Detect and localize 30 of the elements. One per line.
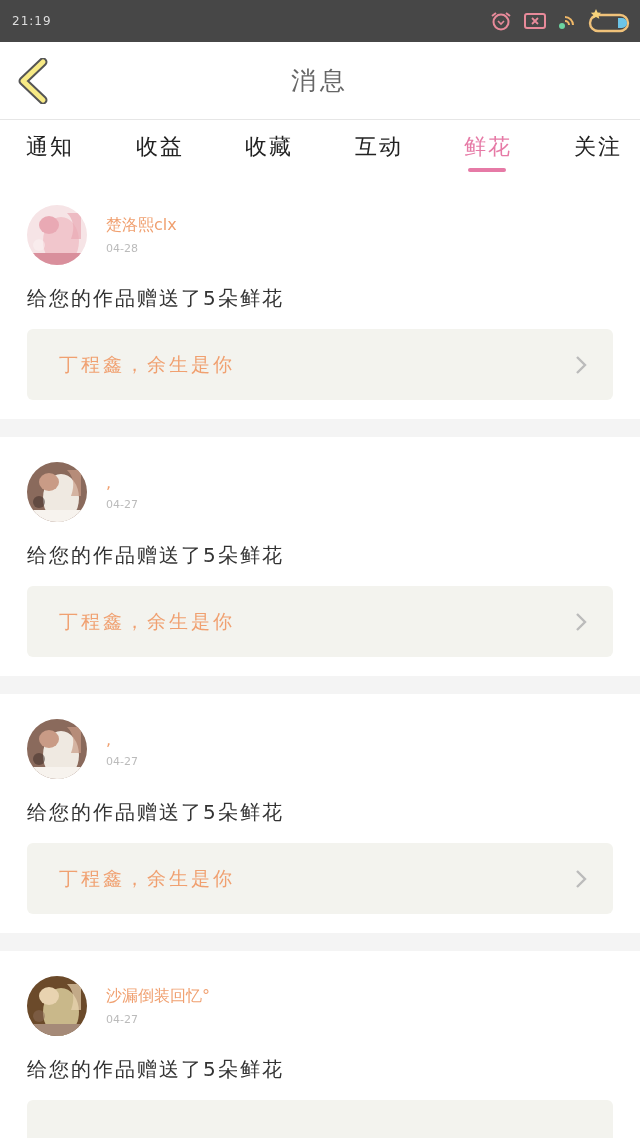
tab[interactable]: 鲜花: [464, 120, 513, 180]
tab[interactable]: 通知: [26, 120, 74, 180]
tab[interactable]: 收益: [135, 120, 184, 180]
message-date: 04-27: [106, 498, 138, 511]
work-link[interactable]: 丁程鑫，余生是你: [27, 586, 613, 657]
message-date: 04-28: [106, 242, 139, 255]
message-text: 给您的作品赠送了5朵鲜花: [27, 542, 285, 569]
sender-name[interactable]: 沙漏倒装回忆°: [106, 986, 210, 1007]
work-link[interactable]: 丁程鑫，余生是你: [27, 843, 613, 914]
message-text: 给您的作品赠送了5朵鲜花: [27, 1056, 285, 1083]
sender-name[interactable]: ,: [106, 730, 114, 749]
chevron-right-icon: [575, 354, 587, 375]
chevron-right-icon: [575, 868, 587, 889]
tab[interactable]: 收藏: [245, 120, 294, 180]
status-time: 21:19: [12, 14, 52, 28]
message-date: 04-27: [106, 755, 138, 768]
work-link[interactable]: 丁程鑫，余生是你: [27, 329, 613, 400]
tab[interactable]: 互动: [354, 120, 403, 180]
message-date: 04-27: [106, 1013, 139, 1026]
sender-name[interactable]: ,: [106, 473, 114, 492]
sim-error-icon: [524, 12, 546, 30]
back-icon[interactable]: [18, 58, 48, 104]
message-text: 给您的作品赠送了5朵鲜花: [27, 285, 285, 312]
page-title: 消息: [291, 65, 349, 97]
chevron-right-icon: [575, 611, 587, 632]
battery-icon: [588, 8, 630, 34]
sender-name[interactable]: 楚洛熙clx: [106, 215, 177, 236]
tab[interactable]: 关注: [573, 120, 622, 180]
message-text: 给您的作品赠送了5朵鲜花: [27, 799, 285, 826]
alarm-clock-icon: [490, 11, 512, 31]
